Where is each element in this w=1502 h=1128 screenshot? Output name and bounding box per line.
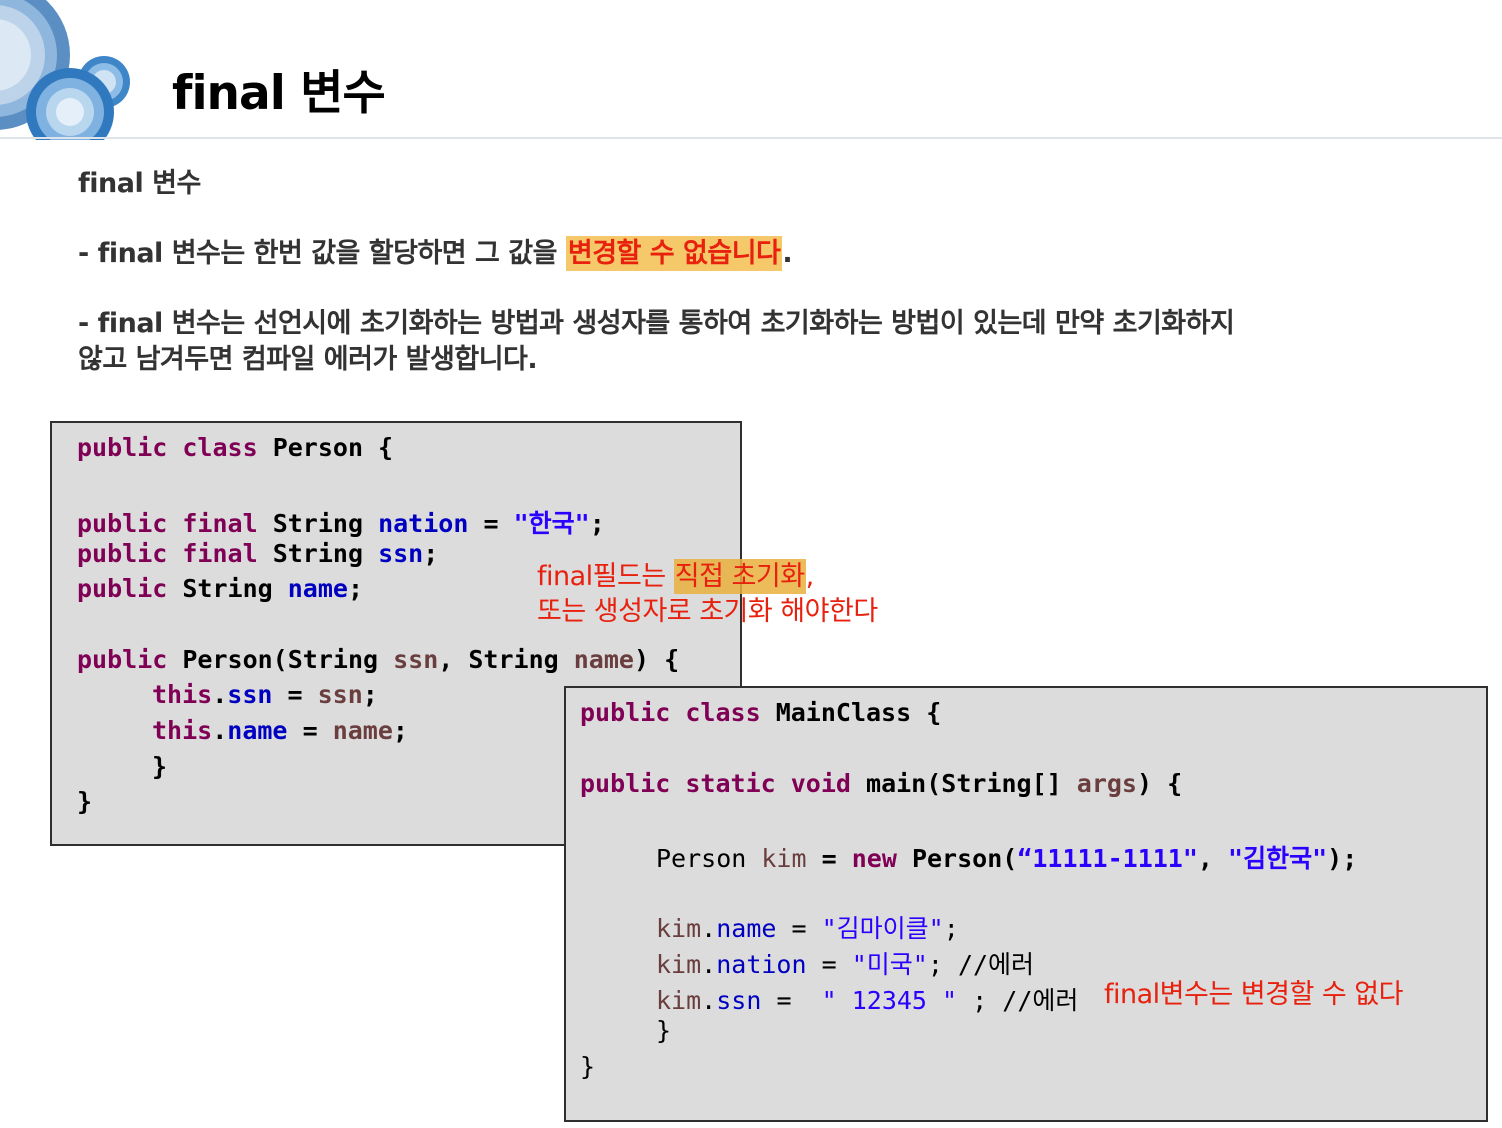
main-code-line-2: public static void main(String[] args) {: [580, 769, 1183, 798]
main-code-line-6: kim.ssn = " 12345 " ; //에러: [656, 986, 1079, 1015]
person-code-line-2: public final String nation = "한국";: [77, 509, 605, 538]
note-final-field-line-1: final필드는 직접 초기화,: [537, 559, 814, 594]
main-code-line-4: kim.name = "김마이클";: [656, 914, 959, 943]
main-code-line-5: kim.nation = "미국"; //에러: [656, 950, 1035, 979]
bullet-1-prefix: - final 변수는 한번 값을 할당하면 그 값을: [78, 238, 566, 269]
title-divider: [0, 137, 1502, 139]
note-final-field-line-2: 또는 생성자로 초기화 해야한다: [537, 596, 878, 627]
slide: final 변수 final 변수 - final 변수는 한번 값을 할당하면…: [0, 0, 1502, 1128]
main-code-line-7: }: [656, 1016, 672, 1045]
main-code-line-8: }: [580, 1052, 596, 1081]
bullet-2-line-2: 않고 남겨두면 컴파일 에러가 발생합니다.: [78, 344, 538, 375]
bullet-2-line-1: - final 변수는 선언시에 초기화하는 방법과 생성자를 통하여 초기화하…: [78, 308, 1235, 339]
person-code-line-8: }: [152, 752, 168, 781]
note-final-variable: final변수는 변경할 수 없다: [1104, 979, 1403, 1010]
body-heading: final 변수: [78, 168, 201, 199]
concentric-circles-logo-icon: [0, 0, 130, 140]
page-title: final 변수: [172, 66, 386, 121]
person-code-line-5: public Person(String ssn, String name) {: [77, 645, 680, 674]
bullet-1-highlight: 변경할 수 없습니다: [565, 236, 783, 271]
main-code-line-1: public class MainClass {: [580, 698, 942, 727]
person-code-line-7: this.name = name;: [152, 716, 408, 745]
person-code-line-3: public final String ssn;: [77, 539, 439, 568]
person-code-line-4: public String name;: [77, 574, 364, 603]
person-code-line-1: public class Person {: [77, 433, 394, 462]
person-code-line-6: this.ssn = ssn;: [152, 680, 378, 709]
main-code-line-3: Person kim = new Person(“11111-1111", "김…: [656, 844, 1358, 873]
main-code-box: [564, 686, 1488, 1122]
person-code-line-9: }: [77, 787, 93, 816]
bullet-1: - final 변수는 한번 값을 할당하면 그 값을 변경할 수 없습니다.: [78, 236, 793, 272]
bullet-1-suffix: .: [782, 238, 793, 269]
